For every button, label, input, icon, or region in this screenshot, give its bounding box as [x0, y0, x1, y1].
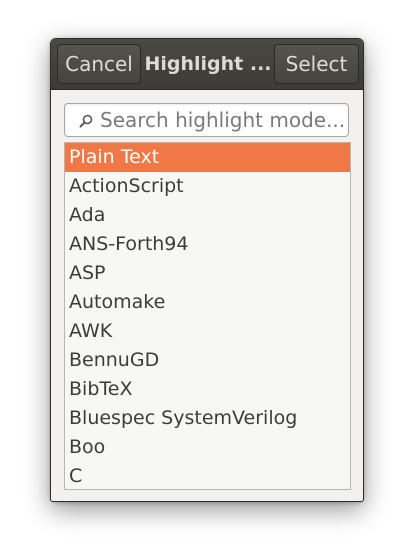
highlight-mode-list[interactable]: Plain Text ActionScript Ada ANS-Forth94 … [64, 142, 351, 490]
list-item-plain-text[interactable]: Plain Text [65, 143, 350, 172]
list-item-actionscript[interactable]: ActionScript [65, 172, 350, 201]
dialog-title: Highlight ... [144, 53, 272, 75]
search-icon [79, 113, 93, 128]
search-field[interactable] [64, 103, 349, 137]
list-item-ans-forth94[interactable]: ANS-Forth94 [65, 230, 350, 259]
list-item-automake[interactable]: Automake [65, 288, 350, 317]
highlight-mode-dialog: Cancel Highlight ... Select Plain Text A… [50, 38, 364, 502]
list-item-ada[interactable]: Ada [65, 201, 350, 230]
list-item-bennugd[interactable]: BennuGD [65, 346, 350, 375]
select-button[interactable]: Select [274, 44, 359, 84]
list-item-bibtex[interactable]: BibTeX [65, 375, 350, 404]
list-item-boo[interactable]: Boo [65, 433, 350, 462]
title-bar: Cancel Highlight ... Select [51, 39, 363, 90]
list-item-awk[interactable]: AWK [65, 317, 350, 346]
list-item-c[interactable]: C [65, 462, 350, 489]
cancel-button[interactable]: Cancel [57, 44, 141, 84]
list-item-bluespec-systemverilog[interactable]: Bluespec SystemVerilog [65, 404, 350, 433]
list-item-asp[interactable]: ASP [65, 259, 350, 288]
search-input[interactable] [100, 104, 346, 136]
